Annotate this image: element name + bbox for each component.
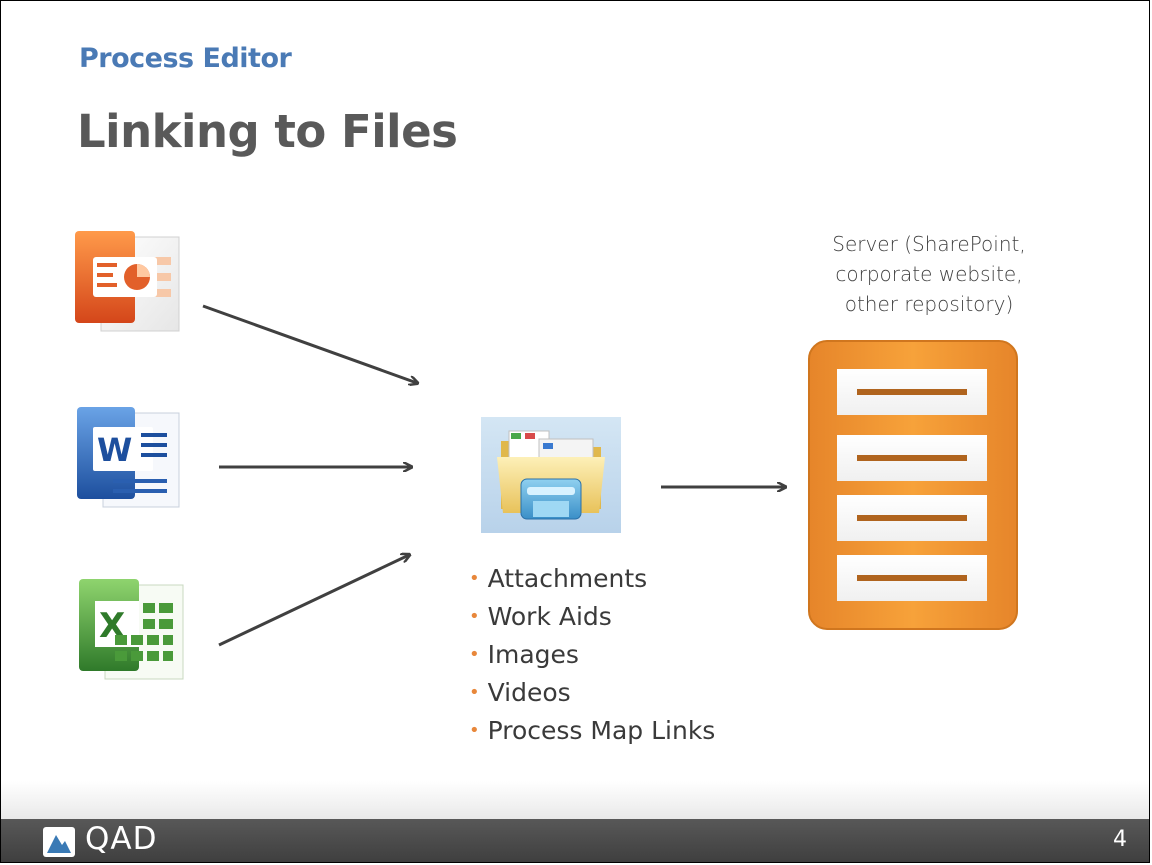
file-type-list: • Attachments • Work Aids • Images • Videos … — [469, 561, 715, 751]
server-slot — [837, 369, 987, 415]
word-icon: W — [77, 407, 180, 508]
excel-icon: X — [79, 579, 184, 680]
list-item: • Videos — [469, 678, 571, 707]
powerpoint-icon — [75, 231, 180, 332]
list-item: • Attachments — [469, 564, 648, 593]
server-slot — [837, 555, 987, 601]
slide: Process Editor Linking to Files W X • At… — [0, 0, 1150, 863]
list-item: • Process Map Links — [469, 716, 716, 745]
arrow-ppt-to-folder — [202, 304, 417, 383]
page-number: 4 — [1113, 827, 1127, 852]
server-slot — [837, 495, 987, 541]
footer-bar — [1, 819, 1149, 862]
qad-logo-text: QAD — [85, 821, 158, 857]
server-slot — [837, 435, 987, 481]
arrow-excel-to-folder — [218, 555, 409, 647]
svg-text:W: W — [97, 431, 132, 469]
list-item: • Work Aids — [469, 602, 612, 631]
server-icon — [808, 340, 1018, 630]
page-title: Linking to Files — [77, 105, 458, 158]
server-label: Server (SharePoint, corporate website, o… — [832, 232, 1026, 316]
footer-fade — [1, 781, 1149, 821]
list-item: • Images — [469, 640, 579, 669]
qad-logo-icon — [43, 827, 75, 857]
section-title: Process Editor — [79, 43, 292, 74]
folder-icon — [481, 417, 621, 533]
